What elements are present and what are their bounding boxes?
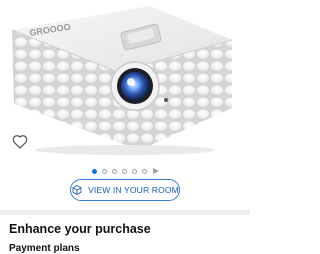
view-in-room-label: VIEW IN YOUR ROOM xyxy=(88,185,179,195)
projector-illustration: GROOOO xyxy=(11,6,233,155)
payment-plans-heading[interactable]: Payment plans xyxy=(9,243,80,254)
heart-icon[interactable] xyxy=(12,134,28,150)
product-image[interactable]: GROOOO xyxy=(0,0,250,162)
gallery-dot-4[interactable] xyxy=(121,168,127,174)
video-play-icon[interactable] xyxy=(152,168,159,174)
gallery-dot-6[interactable] xyxy=(141,168,147,174)
view-in-room-button[interactable]: VIEW IN YOUR ROOM xyxy=(70,179,180,201)
gallery-pagination[interactable] xyxy=(0,166,250,176)
gallery-dot-3[interactable] xyxy=(111,168,117,174)
gallery-dot-1[interactable] xyxy=(91,168,97,174)
ar-cube-icon xyxy=(72,184,82,196)
enhance-purchase-heading: Enhance your purchase xyxy=(9,222,151,236)
gallery-dot-2[interactable] xyxy=(101,168,107,174)
section-divider xyxy=(0,210,250,215)
gallery-dot-5[interactable] xyxy=(131,168,137,174)
